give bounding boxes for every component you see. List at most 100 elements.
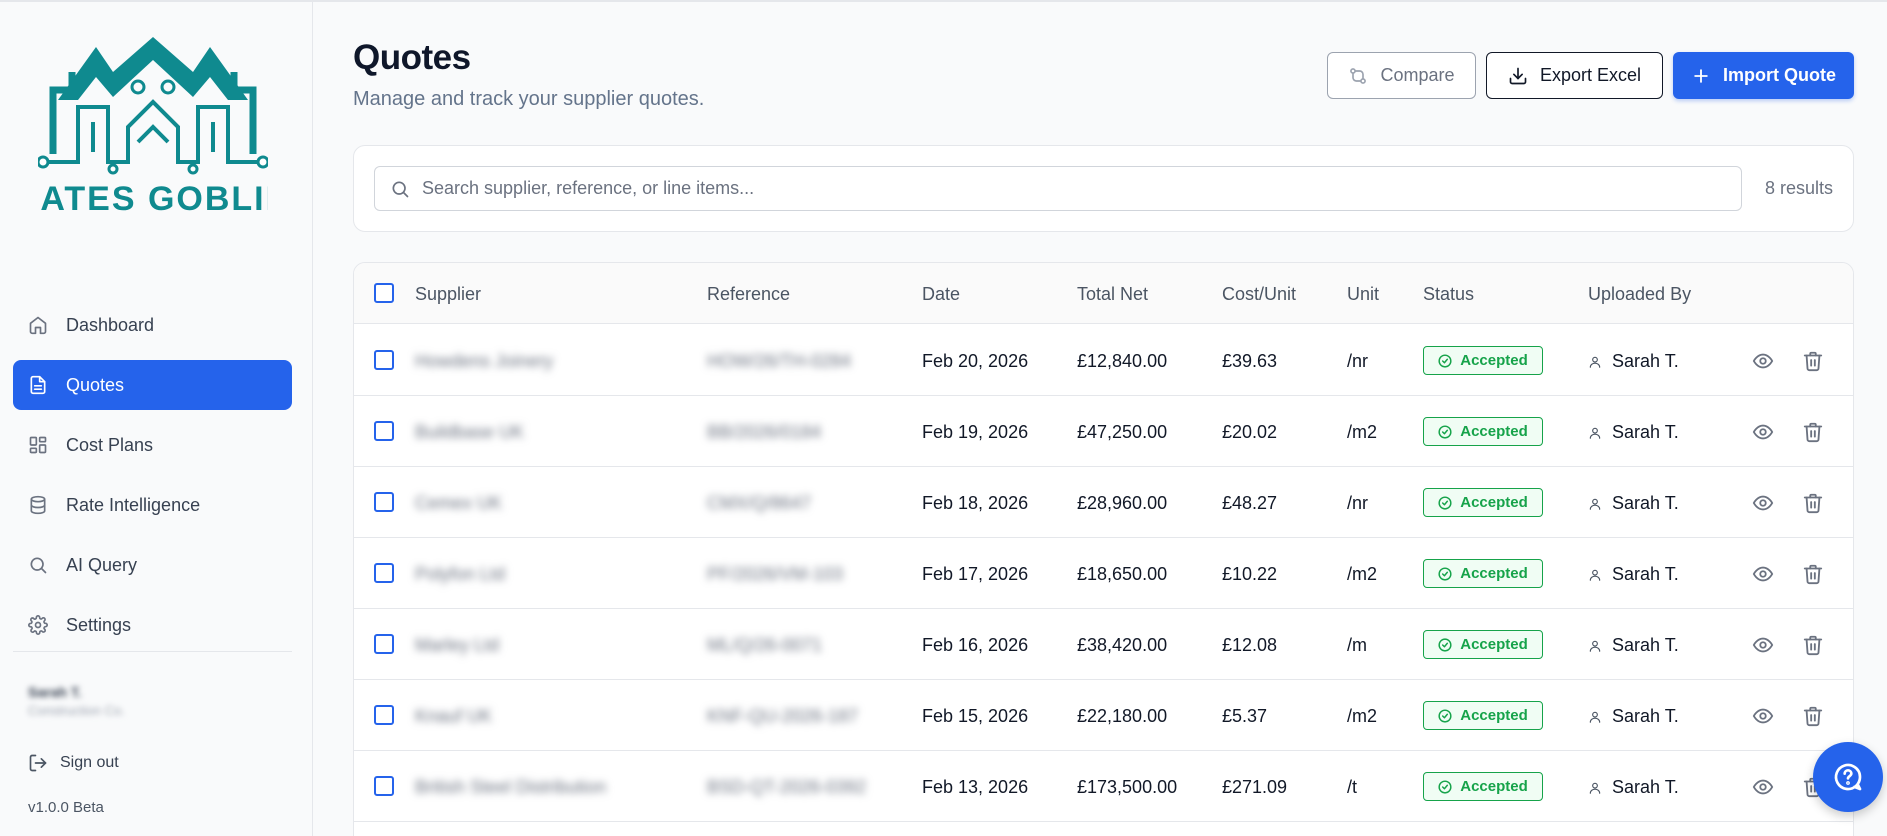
table-row[interactable]: Buildbase UK BB/2026/0184 Feb 19, 2026 £47,… [354,396,1853,467]
row-checkbox[interactable] [374,776,394,796]
view-button[interactable] [1752,421,1774,443]
table-row[interactable]: British Steel Distribution BSD-QT-2026-03… [354,751,1853,822]
delete-button[interactable] [1802,705,1824,727]
view-button[interactable] [1752,492,1774,514]
column-header-status[interactable]: Status [1423,284,1474,305]
sidebar-item-settings[interactable]: Settings [13,600,292,650]
row-checkbox[interactable] [374,634,394,654]
column-header-uploaded-by[interactable]: Uploaded By [1588,284,1691,305]
view-button[interactable] [1752,634,1774,656]
table-row[interactable]: Cemex UK CMX/Q/8647 Feb 18, 2026 £28,960.00… [354,467,1853,538]
column-header-supplier[interactable]: Supplier [415,284,481,305]
sidebar-item-label: Rate Intelligence [66,494,201,515]
column-header-reference[interactable]: Reference [707,284,790,305]
user-icon [1589,498,1601,510]
row-checkbox[interactable] [374,563,394,583]
sign-out-label: Sign out [60,754,119,771]
database-icon [28,495,48,515]
search-icon [28,555,48,575]
table-row[interactable]: Marley Ltd ML/Q/26-0071 Feb 16, 2026 £38,42… [354,609,1853,680]
view-button[interactable] [1752,776,1774,798]
uploaded-by-cell: Sarah T. [1588,564,1679,585]
trash-icon [1803,706,1823,727]
delete-button[interactable] [1802,634,1824,656]
date-cell: Feb 13, 2026 [922,777,1029,797]
logo-text: RATES GOBLIN [38,180,268,217]
search-input[interactable] [422,178,1722,199]
total-net-cell: £12,840.00 [1077,351,1168,371]
row-checkbox[interactable] [374,705,394,725]
total-net-cell: £38,420.00 [1077,635,1168,655]
reference-cell: BB/2026/0184 [707,422,822,442]
gear-icon [28,615,48,635]
help-chat-button[interactable] [1813,742,1883,812]
uploaded-by-cell: Sarah T. [1588,493,1679,514]
sidebar-item-ai-query[interactable]: AI Query [13,540,292,590]
date-cell: Feb 16, 2026 [922,635,1029,655]
date-cell: Feb 18, 2026 [922,493,1029,513]
unit-cell: /m2 [1347,706,1378,726]
user-company: Construction Co. [28,703,125,718]
row-checkbox[interactable] [374,492,394,512]
delete-button[interactable] [1802,350,1824,372]
table-row[interactable]: Howdens Joinery HOW/26/TH-0284 Feb 20, 202… [354,325,1853,396]
uploaded-by-cell: Sarah T. [1588,635,1679,656]
uploader-name: Sarah T. [1612,564,1679,584]
status-badge: Accepted [1423,559,1543,588]
reference-cell: CMX/Q/8647 [707,493,812,513]
supplier-cell: Marley Ltd [415,635,500,655]
compare-button[interactable]: Compare [1327,52,1476,99]
status-badge: Accepted [1423,417,1543,446]
document-icon [28,375,48,395]
table-row[interactable]: Polyfon Ltd PF/2026/VM-103 Feb 17, 2026 £18… [354,538,1853,609]
trash-icon [1803,635,1823,656]
sidebar-item-cost-plans[interactable]: Cost Plans [13,420,292,470]
row-checkbox[interactable] [374,350,394,370]
view-button[interactable] [1752,705,1774,727]
page-title: Quotes [353,38,471,77]
supplier-cell: Buildbase UK [415,422,525,442]
status-label: Accepted [1460,778,1528,795]
import-quote-button[interactable]: Import Quote [1673,52,1854,99]
column-header-unit[interactable]: Unit [1347,284,1379,305]
row-checkbox[interactable] [374,421,394,441]
search-box[interactable] [374,166,1742,211]
date-cell: Feb 15, 2026 [922,706,1029,726]
supplier-cell: Howdens Joinery [415,351,554,371]
user-icon [1589,356,1601,368]
view-button[interactable] [1752,350,1774,372]
sidebar-item-label: AI Query [66,554,138,575]
total-net-cell: £22,180.00 [1077,706,1168,726]
delete-button[interactable] [1802,563,1824,585]
delete-button[interactable] [1802,421,1824,443]
export-excel-button[interactable]: Export Excel [1486,52,1663,99]
rates-goblin-logo[interactable]: RATES GOBLIN [14,32,290,218]
user-name: Sarah T. [28,684,82,700]
column-header-total-net[interactable]: Total Net [1077,284,1148,305]
table-row[interactable]: Knauf UK KNF-QU-2026-187 Feb 15, 2026 £22,1… [354,680,1853,751]
column-header-cost-unit[interactable]: Cost/Unit [1222,284,1296,305]
uploader-name: Sarah T. [1612,706,1679,726]
sidebar-item-quotes[interactable]: Quotes [13,360,292,410]
trash-icon [1803,351,1823,372]
sidebar-divider [13,651,292,652]
column-header-date[interactable]: Date [922,284,960,305]
eye-icon [1752,353,1774,369]
app-version: v1.0.0 Beta [28,799,104,816]
eye-icon [1752,566,1774,582]
user-icon [1589,640,1601,652]
delete-button[interactable] [1802,492,1824,514]
view-button[interactable] [1752,563,1774,585]
supplier-cell: Polyfon Ltd [415,564,506,584]
uploader-name: Sarah T. [1612,777,1679,797]
plus-icon [1694,68,1708,83]
unit-cell: /nr [1347,351,1369,371]
trash-icon [1803,493,1823,514]
sidebar-item-dashboard[interactable]: Dashboard [13,300,292,350]
cost-unit-cell: £12.08 [1222,635,1278,655]
sidebar-item-rate-intelligence[interactable]: Rate Intelligence [13,480,292,530]
uploader-name: Sarah T. [1612,635,1679,655]
sign-out-button[interactable]: Sign out [28,753,119,773]
select-all-checkbox[interactable] [374,283,394,303]
results-count: 8 results [1764,178,1833,198]
